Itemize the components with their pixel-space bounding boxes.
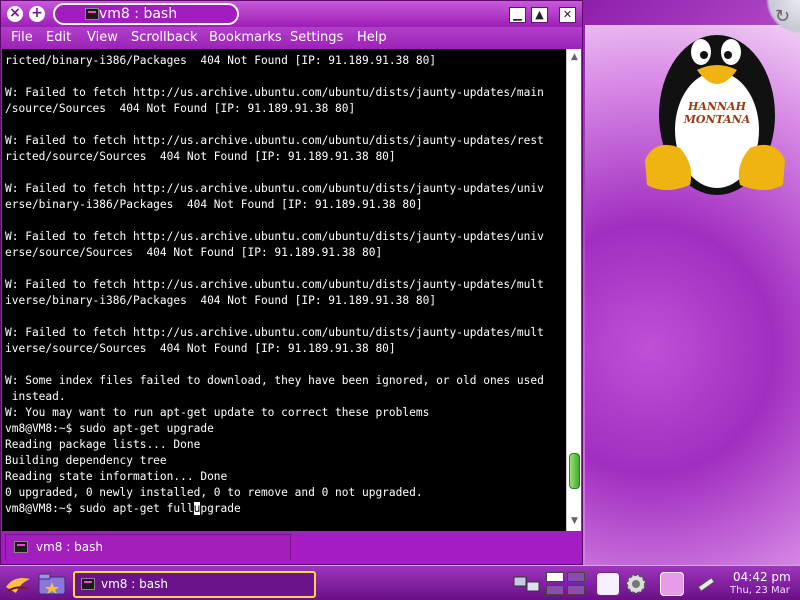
terminal-lines: ricted/binary-i386/Packages 404 Not Foun… <box>5 53 566 501</box>
terminal-line: erse/source/Sources 404 Not Found [IP: 9… <box>5 246 383 259</box>
terminal-scrollbar[interactable]: ▲ ▼ <box>566 49 581 531</box>
terminal-icon <box>81 578 95 590</box>
scroll-up-icon[interactable]: ▲ <box>567 51 582 63</box>
window-titlebar[interactable]: × + vm8 : bash ▁ ▲ ✕ <box>1 1 582 29</box>
clipboard-icon[interactable] <box>596 572 620 596</box>
workspace-switcher[interactable] <box>546 572 588 596</box>
start-menu-button[interactable] <box>4 571 32 597</box>
session-tabbar: vm8 : bash <box>1 531 582 564</box>
prompt-text: vm8@VM8:~$ sudo apt-get full <box>5 502 194 515</box>
terminal-line: Building dependency tree <box>5 454 167 467</box>
terminal-line: W: Failed to fetch http://us.archive.ubu… <box>5 134 544 147</box>
taskbar-task-label: vm8 : bash <box>101 577 168 591</box>
badge-line-1: HANNAH <box>688 100 746 113</box>
terminal-line: W: Some index files failed to download, … <box>5 374 544 387</box>
session-tab[interactable]: vm8 : bash <box>5 534 291 560</box>
maximize-button[interactable]: ▲ <box>531 7 548 23</box>
terminal-line: iverse/source/Sources 404 Not Found [IP:… <box>5 342 396 355</box>
terminal-line: Reading state information... Done <box>5 470 228 483</box>
menu-bookmarks[interactable]: Bookmarks <box>209 30 282 45</box>
clock-date[interactable]: Thu, 23 Mar <box>730 585 790 596</box>
workspace-2[interactable] <box>567 572 585 582</box>
tab-label: vm8 : bash <box>36 540 103 554</box>
terminal-prompt-line: vm8@VM8:~$ sudo apt-get fullupgrade <box>5 501 566 517</box>
terminal-line: erse/binary-i386/Packages 404 Not Found … <box>5 198 423 211</box>
gear-icon <box>626 574 646 594</box>
menu-edit[interactable]: Edit <box>46 30 71 45</box>
close-icon[interactable]: × <box>7 6 23 22</box>
terminal-line: ricted/source/Sources 404 Not Found [IP:… <box>5 150 396 163</box>
window-title-pill: vm8 : bash <box>53 3 239 25</box>
scroll-down-icon[interactable]: ▼ <box>567 515 582 527</box>
menu-scrollback[interactable]: Scrollback <box>131 30 198 45</box>
desktop-pager-icon <box>513 576 540 592</box>
workspace-4[interactable] <box>567 585 585 595</box>
terminal-line: ricted/binary-i386/Packages 404 Not Foun… <box>5 54 437 67</box>
minimize-button[interactable]: ▁ <box>509 7 526 23</box>
settings-gear-icon[interactable] <box>624 572 648 596</box>
menu-file[interactable]: File <box>11 30 33 45</box>
terminal-icon <box>14 541 28 553</box>
close-button[interactable]: ✕ <box>559 7 576 23</box>
tux-penguin-wallpaper: HANNAH MONTANA <box>635 10 795 200</box>
terminal-line: vm8@VM8:~$ sudo apt-get upgrade <box>5 422 214 435</box>
taskbar-konsole-button[interactable]: vm8 : bash <box>73 571 316 598</box>
konsole-window: × + vm8 : bash ▁ ▲ ✕ File Edit View Scro… <box>0 0 583 565</box>
prompt-text-after: pgrade <box>200 502 241 515</box>
terminal-line: 0 upgraded, 0 newly installed, 0 to remo… <box>5 486 423 499</box>
menu-help[interactable]: Help <box>357 30 387 45</box>
home-folder-button[interactable] <box>38 572 66 596</box>
folder-icon <box>38 573 66 595</box>
terminal-line: W: Failed to fetch http://us.archive.ubu… <box>5 86 544 99</box>
tools-icon[interactable] <box>694 572 718 596</box>
terminal-line: W: Failed to fetch http://us.archive.ubu… <box>5 278 544 291</box>
terminal-icon <box>85 8 99 20</box>
kde-start-icon <box>6 578 30 593</box>
window-title: vm8 : bash <box>99 6 178 22</box>
terminal-line: instead. <box>5 390 66 403</box>
terminal-output[interactable]: ricted/binary-i386/Packages 404 Not Foun… <box>2 49 566 531</box>
clock-time[interactable]: 04:42 pm <box>733 570 791 584</box>
network-icon[interactable] <box>660 572 684 596</box>
pager-icon[interactable] <box>513 573 541 595</box>
menu-settings[interactable]: Settings <box>290 30 343 45</box>
menu-view[interactable]: View <box>87 30 118 45</box>
terminal-line: W: You may want to run apt-get update to… <box>5 406 430 419</box>
wrench-icon <box>697 577 715 592</box>
terminal-line: iverse/binary-i386/Packages 404 Not Foun… <box>5 294 437 307</box>
terminal-line: W: Failed to fetch http://us.archive.ubu… <box>5 326 544 339</box>
workspace-1[interactable] <box>546 572 564 582</box>
scroll-thumb[interactable] <box>569 453 580 490</box>
badge-line-2: MONTANA <box>683 113 751 126</box>
menubar: File Edit View Scrollback Bookmarks Sett… <box>1 27 582 49</box>
terminal-line: /source/Sources 404 Not Found [IP: 91.18… <box>5 102 356 115</box>
terminal-line: W: Failed to fetch http://us.archive.ubu… <box>5 182 544 195</box>
penguin-logo-badge: HANNAH MONTANA <box>681 100 753 140</box>
new-tab-icon[interactable]: + <box>29 6 45 22</box>
taskbar: vm8 : bash 04:42 pm Thu, 23 Mar <box>0 565 800 600</box>
workspace-3[interactable] <box>546 585 564 595</box>
terminal-line: W: Failed to fetch http://us.archive.ubu… <box>5 230 544 243</box>
terminal-line: Reading package lists... Done <box>5 438 201 451</box>
